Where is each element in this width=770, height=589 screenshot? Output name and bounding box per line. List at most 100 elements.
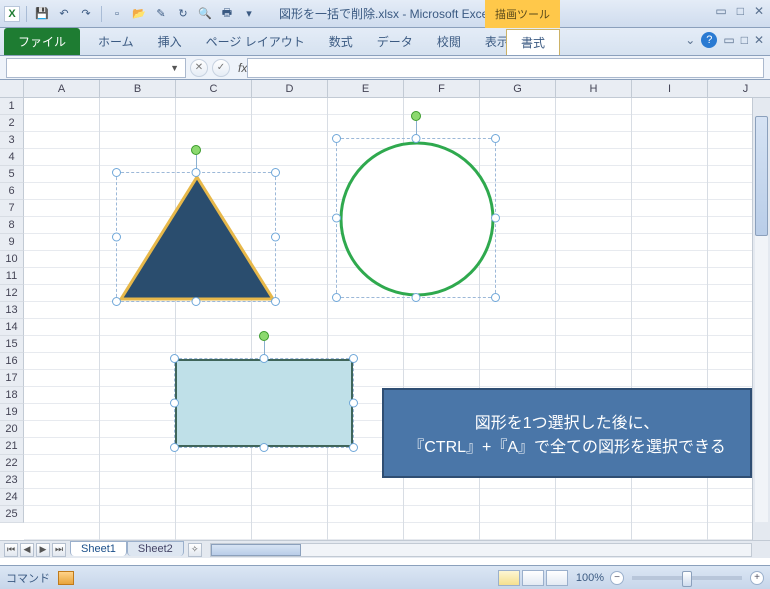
cells-area[interactable]: 図形を1つ選択した後に、 『CTRL』+『A』で全ての図形を選択できる [24, 98, 752, 540]
row-header[interactable]: 8 [0, 217, 24, 234]
rectangle-shape[interactable] [175, 359, 353, 447]
redo-icon[interactable]: ↷ [77, 5, 95, 23]
prev-sheet-icon[interactable]: ◀ [20, 543, 34, 557]
tab-page-layout[interactable]: ページ レイアウト [194, 28, 317, 55]
row-header[interactable]: 3 [0, 132, 24, 149]
chevron-down-icon[interactable]: ▼ [170, 63, 179, 73]
row-header[interactable]: 9 [0, 234, 24, 251]
row-header[interactable]: 21 [0, 438, 24, 455]
col-header[interactable]: F [404, 80, 480, 98]
col-header[interactable]: D [252, 80, 328, 98]
tab-formulas[interactable]: 数式 [317, 28, 365, 55]
zoom-level[interactable]: 100% [576, 572, 604, 584]
shape-rectangle-selection[interactable] [174, 358, 354, 448]
file-tab[interactable]: ファイル [4, 28, 80, 55]
sheet-tab[interactable]: Sheet2 [127, 541, 184, 556]
row-header[interactable]: 16 [0, 353, 24, 370]
col-header[interactable]: A [24, 80, 100, 98]
col-header[interactable]: E [328, 80, 404, 98]
row-header[interactable]: 23 [0, 472, 24, 489]
row-header[interactable]: 11 [0, 268, 24, 285]
row-header[interactable]: 14 [0, 319, 24, 336]
row-header[interactable]: 7 [0, 200, 24, 217]
zoom-out-icon[interactable]: − [610, 571, 624, 585]
row-header[interactable]: 19 [0, 404, 24, 421]
doc-close-icon[interactable]: ✕ [754, 33, 764, 47]
minimize-icon[interactable]: ▭ [715, 4, 726, 18]
formula-input[interactable] [247, 58, 764, 78]
col-header[interactable]: J [708, 80, 770, 98]
row-header[interactable]: 18 [0, 387, 24, 404]
new-sheet-icon[interactable]: ✧ [188, 543, 202, 557]
new-icon[interactable]: ▫ [108, 5, 126, 23]
qat-customize-icon[interactable]: ▾ [240, 5, 258, 23]
maximize-icon[interactable]: □ [737, 4, 744, 18]
col-header[interactable]: I [632, 80, 708, 98]
tab-insert[interactable]: 挿入 [146, 28, 194, 55]
vertical-scroll-thumb[interactable] [755, 116, 768, 236]
circle-shape[interactable] [337, 139, 497, 299]
callout-box[interactable]: 図形を1つ選択した後に、 『CTRL』+『A』で全ての図形を選択できる [382, 388, 752, 478]
repeat-icon[interactable]: ↻ [174, 5, 192, 23]
macro-record-icon[interactable] [58, 571, 74, 585]
normal-view-icon[interactable] [498, 570, 520, 586]
col-header[interactable]: C [176, 80, 252, 98]
row-header[interactable]: 5 [0, 166, 24, 183]
paint-icon[interactable]: ✎ [152, 5, 170, 23]
tab-review[interactable]: 校閲 [425, 28, 473, 55]
row-header[interactable]: 22 [0, 455, 24, 472]
row-header[interactable]: 2 [0, 115, 24, 132]
excel-icon[interactable]: X [4, 6, 20, 22]
col-header[interactable]: G [480, 80, 556, 98]
row-header[interactable]: 15 [0, 336, 24, 353]
row-header[interactable]: 24 [0, 489, 24, 506]
doc-restore-icon[interactable]: □ [741, 33, 748, 47]
save-icon[interactable]: 💾 [33, 5, 51, 23]
row-header[interactable]: 17 [0, 370, 24, 387]
row-header[interactable]: 6 [0, 183, 24, 200]
rotation-handle-icon[interactable] [259, 331, 269, 341]
rotation-handle-icon[interactable] [191, 145, 201, 155]
fx-label[interactable]: fx [238, 61, 247, 75]
preview-icon[interactable]: 🔍 [196, 5, 214, 23]
enter-formula-icon[interactable]: ✓ [212, 59, 230, 77]
help-icon[interactable]: ? [701, 32, 717, 48]
zoom-slider[interactable] [632, 576, 742, 580]
doc-minimize-icon[interactable]: ▭ [723, 33, 734, 47]
next-sheet-icon[interactable]: ▶ [36, 543, 50, 557]
sheet-tab-active[interactable]: Sheet1 [70, 541, 127, 556]
tab-home[interactable]: ホーム [86, 28, 146, 55]
page-break-view-icon[interactable] [546, 570, 568, 586]
name-box[interactable]: ▼ [6, 58, 186, 78]
row-header[interactable]: 4 [0, 149, 24, 166]
print-icon[interactable]: 🖶 [218, 5, 236, 23]
horizontal-scrollbar[interactable] [210, 543, 752, 557]
vertical-scrollbar[interactable] [752, 98, 770, 540]
row-header[interactable]: 13 [0, 302, 24, 319]
select-all-corner[interactable] [0, 80, 24, 98]
undo-icon[interactable]: ↶ [55, 5, 73, 23]
zoom-in-icon[interactable]: + [750, 571, 764, 585]
rotation-handle-icon[interactable] [411, 111, 421, 121]
cancel-formula-icon[interactable]: ✕ [190, 59, 208, 77]
row-header[interactable]: 1 [0, 98, 24, 115]
horizontal-scroll-thumb[interactable] [211, 544, 301, 556]
row-header[interactable]: 25 [0, 506, 24, 523]
last-sheet-icon[interactable]: ⏭ [52, 543, 66, 557]
tab-format[interactable]: 書式 [506, 29, 560, 55]
open-icon[interactable]: 📂 [130, 5, 148, 23]
col-header[interactable]: B [100, 80, 176, 98]
col-header[interactable]: H [556, 80, 632, 98]
ribbon-minimize-icon[interactable]: ⌄ [685, 33, 695, 47]
row-header[interactable]: 20 [0, 421, 24, 438]
first-sheet-icon[interactable]: ⏮ [4, 543, 18, 557]
close-icon[interactable]: ✕ [754, 4, 764, 18]
row-header[interactable]: 12 [0, 285, 24, 302]
tab-data[interactable]: データ [365, 28, 425, 55]
triangle-shape[interactable] [117, 173, 277, 303]
shape-triangle-selection[interactable] [116, 172, 276, 302]
shape-circle-selection[interactable] [336, 138, 496, 298]
ribbon-tabs: ファイル ホーム 挿入 ページ レイアウト 数式 データ 校閲 表示 開発 書式… [0, 28, 770, 56]
page-layout-view-icon[interactable] [522, 570, 544, 586]
row-header[interactable]: 10 [0, 251, 24, 268]
